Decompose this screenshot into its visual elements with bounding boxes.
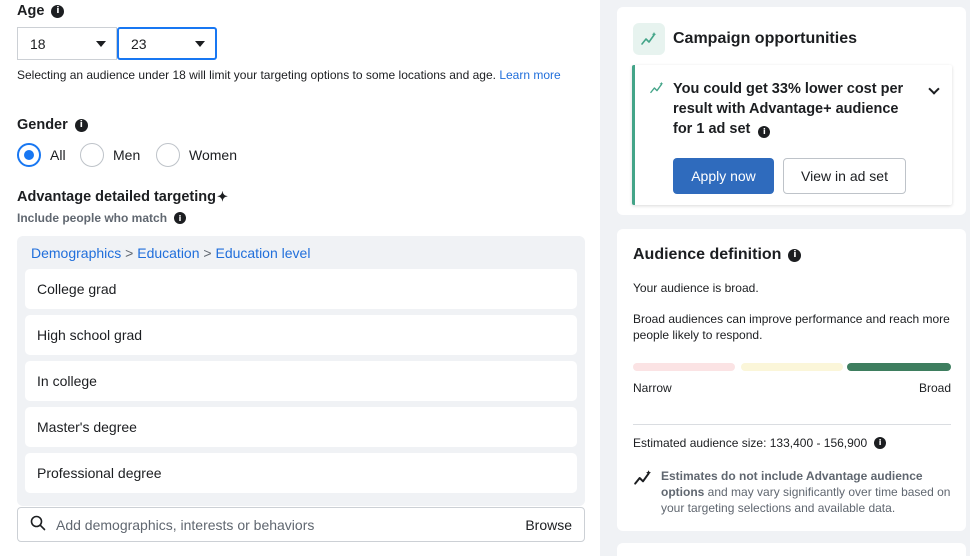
breadcrumb-demographics[interactable]: Demographics <box>31 245 121 261</box>
age-note: Selecting an audience under 18 will limi… <box>17 67 577 84</box>
breadcrumb-education-level[interactable]: Education level <box>215 245 310 261</box>
audience-description: Broad audiences can improve performance … <box>633 312 950 342</box>
list-item[interactable]: In college <box>25 361 577 401</box>
radio-selected-icon[interactable] <box>17 143 41 167</box>
breadcrumb-separator: > <box>203 245 212 261</box>
right-sidebar: Campaign opportunities You could get 33%… <box>600 0 970 556</box>
opportunity-message-text: You could get 33% lower cost per result … <box>673 81 904 137</box>
trend-sparkle-icon <box>633 23 665 55</box>
targeting-search-input[interactable]: Add demographics, interests or behaviors… <box>17 507 585 542</box>
search-placeholder: Add demographics, interests or behaviors <box>56 516 315 533</box>
radio-icon[interactable] <box>80 143 104 167</box>
targeting-subtitle-text: Include people who match <box>17 211 168 225</box>
caret-down-icon <box>195 40 205 47</box>
gender-label: Gender <box>17 117 68 133</box>
view-in-ad-set-button[interactable]: View in ad set <box>783 158 906 194</box>
learn-more-link[interactable]: Learn more <box>499 68 560 82</box>
apply-now-button[interactable]: Apply now <box>673 158 774 194</box>
meter-broad-label: Broad <box>918 381 951 395</box>
breadcrumb-education[interactable]: Education <box>137 245 199 261</box>
info-icon[interactable]: i <box>758 126 771 138</box>
opportunity-message: You could get 33% lower cost per result … <box>673 79 913 139</box>
age-min-select[interactable]: 18 <box>17 27 117 60</box>
info-icon[interactable]: i <box>788 248 802 262</box>
next-card <box>617 543 966 556</box>
audience-title: Audience definition i <box>633 246 802 264</box>
meter-mid-segment <box>741 363 843 371</box>
opportunity-item: You could get 33% lower cost per result … <box>632 65 952 205</box>
caret-down-icon <box>96 40 106 47</box>
list-item-label: Professional degree <box>37 465 162 481</box>
list-item[interactable]: Master's degree <box>25 407 577 447</box>
targeting-title: Advantage detailed targeting ✦ <box>17 189 228 205</box>
age-note-text: Selecting an audience under 18 will limi… <box>17 68 496 82</box>
estimate-disclaimer-rest: and may vary significantly over time bas… <box>661 485 951 515</box>
browse-button[interactable]: Browse <box>525 517 572 533</box>
age-section-label: Age i <box>17 3 65 19</box>
gender-option-label: All <box>50 147 66 163</box>
age-max-value: 23 <box>131 35 147 52</box>
meter-narrow-label: Narrow <box>633 381 672 395</box>
targeting-subtitle: Include people who match i <box>17 211 187 225</box>
list-item[interactable]: Professional degree <box>25 453 577 493</box>
age-max-select[interactable]: 23 <box>117 27 217 60</box>
info-icon[interactable]: i <box>51 4 65 18</box>
age-min-value: 18 <box>30 35 46 52</box>
breadcrumb: Demographics > Education > Education lev… <box>31 245 310 261</box>
trend-sparkle-icon <box>633 469 653 492</box>
gender-option-label: Women <box>189 147 237 163</box>
gender-option-label: Men <box>113 147 141 163</box>
gender-radio-all[interactable]: All <box>17 143 66 167</box>
audience-estimate: Estimated audience size: 133,400 - 156,9… <box>633 435 887 451</box>
age-label: Age <box>17 3 45 19</box>
info-icon[interactable]: i <box>74 118 88 132</box>
audience-definition-card: Audience definition i Your audience is b… <box>617 229 966 531</box>
list-item-label: College grad <box>37 281 117 297</box>
gender-section-label: Gender i <box>17 117 88 133</box>
targeting-selection-panel: Demographics > Education > Education lev… <box>17 236 585 506</box>
search-icon <box>30 515 46 534</box>
list-item-label: In college <box>37 373 97 389</box>
divider <box>633 424 951 425</box>
list-item[interactable]: College grad <box>25 269 577 309</box>
campaign-opportunities-card: Campaign opportunities You could get 33%… <box>617 7 966 215</box>
trend-sparkle-icon <box>649 81 665 100</box>
sparkle-icon: ✦ <box>217 189 228 204</box>
list-item[interactable]: High school grad <box>25 315 577 355</box>
radio-icon[interactable] <box>156 143 180 167</box>
estimate-disclaimer: Estimates do not include Advantage audie… <box>661 468 956 516</box>
gender-radio-women[interactable]: Women <box>156 143 237 167</box>
meter-broad-segment <box>847 363 951 371</box>
breadcrumb-separator: > <box>125 245 134 261</box>
audience-status: Your audience is broad. <box>633 281 759 295</box>
info-icon[interactable]: i <box>874 437 887 449</box>
audience-estimate-text: Estimated audience size: 133,400 - 156,9… <box>633 436 868 450</box>
targeting-title-text: Advantage detailed targeting <box>17 189 217 205</box>
info-icon[interactable]: i <box>174 212 187 224</box>
audience-title-text: Audience definition <box>633 246 782 263</box>
opportunities-title: Campaign opportunities <box>673 30 857 47</box>
list-item-label: High school grad <box>37 327 143 343</box>
targeting-form: Age i 18 23 Selecting an audience under … <box>0 0 600 556</box>
meter-narrow-segment <box>633 363 735 371</box>
chevron-down-icon[interactable] <box>928 83 940 95</box>
gender-radio-men[interactable]: Men <box>80 143 140 167</box>
list-item-label: Master's degree <box>37 419 137 435</box>
